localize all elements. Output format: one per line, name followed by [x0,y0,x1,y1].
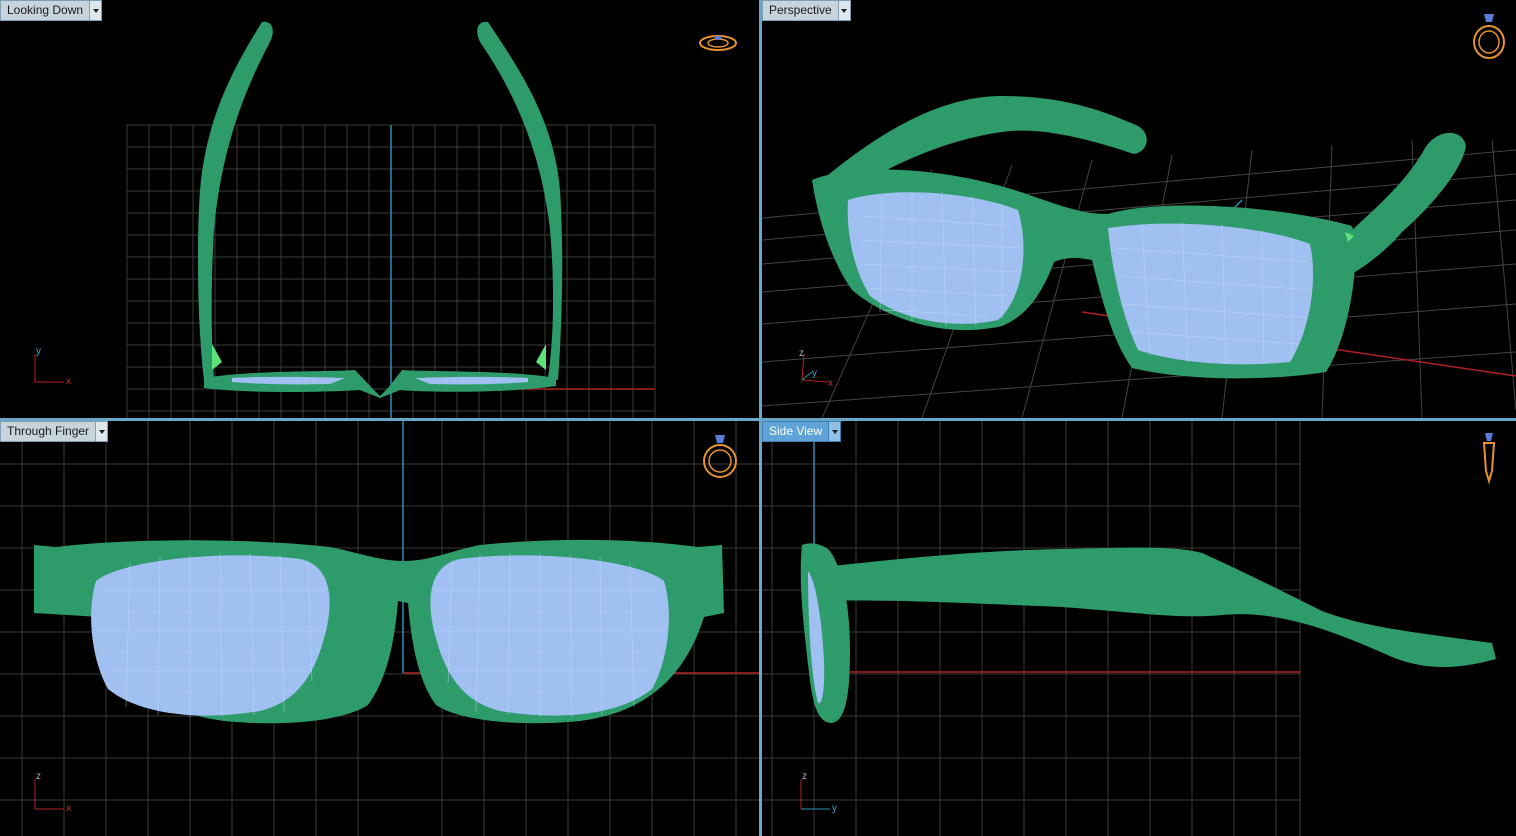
axis-label-a: z [36,771,41,782]
axis-triad-icon: z y [800,771,837,814]
axis-label-a: z [802,771,807,782]
viewport-title: Looking Down [7,3,84,17]
viewport-label-through-finger[interactable]: Through Finger [0,421,109,442]
viewport-label-perspective[interactable]: Perspective [762,0,851,21]
viewport-label-looking-down[interactable]: Looking Down [0,0,103,21]
axis-label-b: y [832,803,837,814]
axis-triad-icon: z x [34,771,71,814]
viewport-perspective[interactable]: Perspective z y x [762,0,1516,418]
ring-icon[interactable] [1470,10,1508,62]
viewport-title: Side View [769,424,823,438]
chevron-down-icon[interactable] [89,1,102,20]
axis-label-b: x [66,803,71,814]
viewport-through-finger[interactable]: Through Finger z x [0,421,759,836]
axis-triad-icon: z y x [799,348,833,389]
axis-triad-icon: y x [34,346,71,387]
axis-label-b: x [66,376,71,387]
axis-label-c: x [828,378,833,389]
ring-icon[interactable] [1478,431,1500,485]
axis-label-b: y [812,368,817,379]
axis-label-a: y [36,346,41,357]
glasses-top-view[interactable] [0,0,759,418]
viewport-side-view[interactable]: Side View z y [762,421,1516,836]
chevron-down-icon[interactable] [95,422,108,441]
ring-icon[interactable] [698,30,738,54]
viewport-label-side-view[interactable]: Side View [762,421,842,442]
glasses-perspective-view[interactable] [762,0,1516,418]
viewport-looking-down[interactable]: Looking Down y x [0,0,759,418]
viewport-divider-horizontal[interactable] [0,418,1516,421]
glasses-front-view[interactable] [0,421,759,836]
viewport-title: Through Finger [7,424,90,438]
viewport-title: Perspective [769,3,832,17]
chevron-down-icon[interactable] [837,1,850,20]
chevron-down-icon[interactable] [828,422,841,441]
glasses-side-view[interactable] [762,421,1516,836]
axis-label-a: z [799,348,804,359]
ring-icon[interactable] [700,431,740,481]
